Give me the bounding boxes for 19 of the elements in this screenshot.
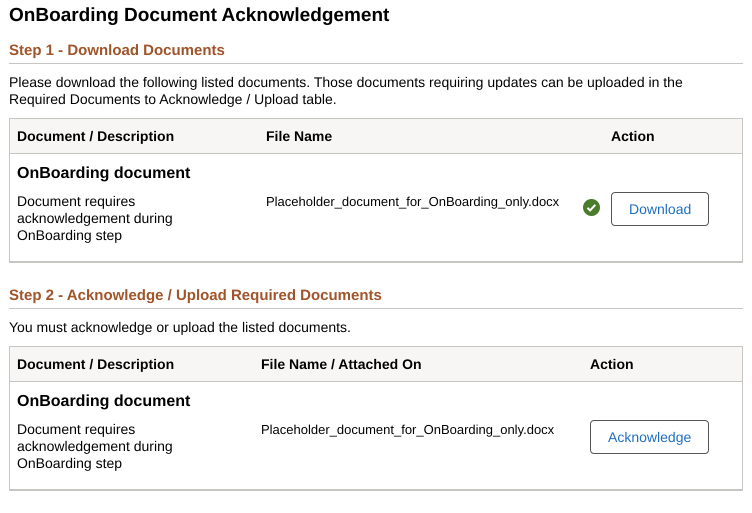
section-heading: Step 2 - Acknowledge / Upload Required Documents <box>9 287 383 305</box>
column-header: Action <box>590 354 635 374</box>
action-button[interactable]: Acknowledge <box>590 420 710 454</box>
document-name: OnBoarding document <box>17 392 192 411</box>
document-name: OnBoarding document <box>17 164 192 183</box>
action-button[interactable]: Download <box>611 192 710 226</box>
column-header: Document / Description <box>17 354 176 374</box>
section-description: You must acknowledge or upload the listed documents. <box>9 319 352 336</box>
column-header: File Name <box>266 126 334 146</box>
document-description: Document requires acknowledgement during OnBoarding step <box>17 193 174 244</box>
column-header: Action <box>611 126 656 146</box>
section-description: Please download the following listed documents. Those documents requiring updates can be uploaded in the Required Documents to Acknowledge / Upload table. <box>9 74 684 108</box>
file-name: Placeholder_document_for_OnBoarding_only.docx <box>266 193 560 210</box>
page-title: OnBoarding Document Acknowledgement <box>9 5 390 27</box>
document-description: Document requires acknowledgement during OnBoarding step <box>17 421 174 472</box>
column-header: File Name / Attached On <box>261 354 423 374</box>
file-name: Placeholder_document_for_OnBoarding_only.docx <box>261 421 554 438</box>
column-header: Document / Description <box>17 126 176 146</box>
section-heading: Step 1 - Download Documents <box>9 42 226 60</box>
